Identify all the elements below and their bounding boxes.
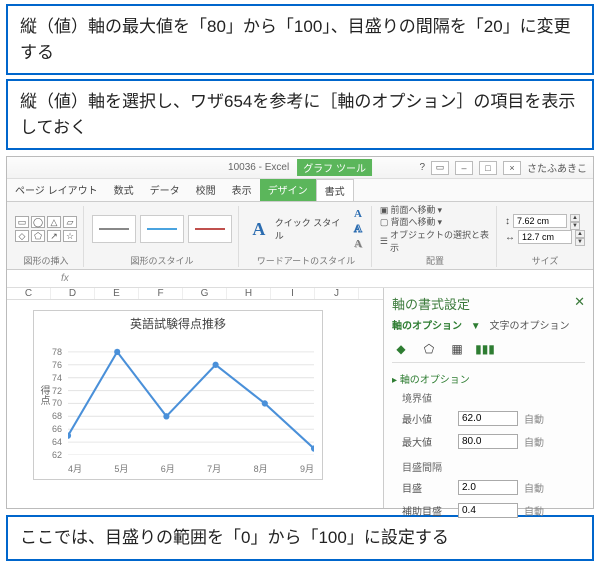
axis-minor-label: 補助目盛 [402, 503, 452, 518]
axis-minor-auto[interactable]: 自動 [524, 503, 544, 518]
col-head[interactable]: F [139, 288, 183, 299]
ribbon-group-arrange: ▣ 前面へ移動 ▾ ▢ 背面へ移動 ▾ ☰ オブジェクトの選択と表示 配置 [374, 206, 497, 267]
callout-1: 縦（値）軸の最大値を「80」から「100」、目盛りの間隔を「20」に変更する [6, 4, 594, 75]
minimize-button[interactable]: – [455, 161, 473, 175]
tab-review[interactable]: 校閲 [188, 179, 224, 201]
callout-2: 縦（値）軸を選択し、ワザ654を参考に［軸のオプション］の項目を表示しておく [6, 79, 594, 150]
title-bar: 10036 - Excel グラフ ツール ? ▭ – □ × さたふあきこ [7, 157, 593, 179]
chart-plot-area[interactable] [68, 339, 314, 455]
ribbon-group-wordart: A クイック スタイル A A A ワードアートのスタイル [241, 206, 372, 267]
window-title: 10036 - Excel [228, 162, 289, 173]
format-axis-pane: 軸の書式設定 ✕ 軸のオプション ▼ 文字のオプション ◆ ⬠ ▦ ▮▮▮ ▸ … [383, 288, 593, 508]
axis-options-section[interactable]: ▸ 軸のオプション [392, 371, 585, 386]
tab-view[interactable]: 表示 [224, 179, 260, 201]
ribbon-group-size: ↕ ▲▼ ↔ ▲▼ サイズ [499, 206, 591, 267]
close-button[interactable]: × [503, 161, 521, 175]
axis-major-label: 目盛 [402, 480, 452, 495]
quick-style-label[interactable]: クイック スタイル [275, 216, 343, 242]
axis-min-label: 最小値 [402, 411, 452, 426]
shape-width-input[interactable] [518, 230, 572, 244]
help-icon[interactable]: ? [419, 162, 425, 173]
col-head[interactable]: I [271, 288, 315, 299]
ribbon-group-shapes: ▭◯△▱ ◇⬠↗☆ 図形の挿入 [9, 206, 84, 267]
tab-design[interactable]: デザイン [260, 179, 316, 201]
selection-pane[interactable]: ☰ オブジェクトの選択と表示 [380, 229, 490, 254]
tab-formulas[interactable]: 数式 [106, 179, 142, 201]
axis-minor-input[interactable] [458, 503, 518, 518]
ribbon-group-shape-styles: 図形のスタイル [86, 206, 239, 267]
col-head[interactable]: E [95, 288, 139, 299]
ribbon-group-shapes-label: 図形の挿入 [23, 254, 68, 267]
shape-gallery[interactable]: ▭◯△▱ ◇⬠↗☆ [15, 216, 77, 242]
formula-bar: fx [7, 270, 593, 288]
x-axis-labels: 4月5月6月7月8月9月 [68, 462, 314, 475]
shape-style-1[interactable] [92, 215, 136, 243]
width-stepper[interactable]: ▲▼ [575, 230, 585, 244]
axis-options-icon[interactable]: ▮▮▮ [476, 340, 494, 358]
text-outline-icon[interactable]: A [351, 222, 365, 236]
tab-data[interactable]: データ [142, 179, 188, 201]
tab-format[interactable]: 書式 [316, 179, 354, 201]
col-head[interactable]: D [51, 288, 95, 299]
ribbon-group-arrange-label: 配置 [426, 254, 444, 267]
ribbon-tabs: ページ レイアウト 数式 データ 校閲 表示 デザイン 書式 [7, 179, 593, 202]
axis-minor-row: 補助目盛 自動 [402, 503, 585, 518]
ribbon-group-wordart-label: ワードアートのスタイル [257, 254, 355, 267]
ribbon-group-shape-styles-label: 図形のスタイル [130, 254, 193, 267]
callout-3: ここでは、目盛りの範囲を「0」から「100」に設定する [6, 515, 594, 561]
embedded-chart[interactable]: 英語試験得点推移 得点 626466687072747678 4月5月6月7月8… [33, 310, 323, 480]
col-head[interactable]: J [315, 288, 359, 299]
axis-min-auto[interactable]: 自動 [524, 411, 544, 426]
text-fill-icon[interactable]: A [351, 207, 365, 221]
pane-option-tabs: 軸のオプション ▼ 文字のオプション [392, 317, 585, 332]
fill-line-icon[interactable]: ◆ [392, 340, 410, 358]
ribbon: ▭◯△▱ ◇⬠↗☆ 図形の挿入 図形のスタイル A クイック スタイル A A [7, 202, 593, 270]
user-name: さたふあきこ [527, 160, 587, 175]
axis-max-auto[interactable]: 自動 [524, 434, 544, 449]
height-icon: ↕ [505, 216, 510, 227]
effects-icon[interactable]: ⬠ [420, 340, 438, 358]
send-backward[interactable]: ▢ 背面へ移動 ▾ [380, 216, 490, 229]
tab-page-layout[interactable]: ページ レイアウト [7, 179, 106, 201]
axis-min-row: 最小値 自動 [402, 411, 585, 426]
y-axis-labels: 626466687072747678 [34, 339, 64, 455]
axis-major-input[interactable] [458, 480, 518, 495]
axis-max-label: 最大値 [402, 434, 452, 449]
width-icon: ↔ [505, 232, 515, 243]
maximize-button[interactable]: □ [479, 161, 497, 175]
pane-close-icon[interactable]: ✕ [574, 294, 585, 313]
col-head[interactable]: H [227, 288, 271, 299]
height-stepper[interactable]: ▲▼ [570, 214, 580, 228]
text-effects-icon[interactable]: A [351, 237, 365, 251]
axis-major-auto[interactable]: 自動 [524, 480, 544, 495]
pane-tab-axis-options[interactable]: 軸のオプション ▼ [392, 321, 481, 332]
ribbon-group-size-label: サイズ [532, 254, 559, 267]
pane-title: 軸の書式設定 [392, 294, 470, 313]
axis-min-input[interactable] [458, 411, 518, 426]
pane-tab-text-options[interactable]: 文字のオプション [489, 321, 569, 332]
axis-max-input[interactable] [458, 434, 518, 449]
shape-style-3[interactable] [188, 215, 232, 243]
content-area: C D E F G H I J 英語試験得点推移 得点 626466687072… [7, 288, 593, 508]
worksheet[interactable]: C D E F G H I J 英語試験得点推移 得点 626466687072… [7, 288, 383, 508]
bounds-label: 境界値 [402, 390, 585, 405]
size-properties-icon[interactable]: ▦ [448, 340, 466, 358]
bring-forward[interactable]: ▣ 前面へ移動 ▾ [380, 204, 490, 217]
axis-major-row: 目盛 自動 [402, 480, 585, 495]
shape-style-2[interactable] [140, 215, 184, 243]
ribbon-collapse-icon[interactable]: ▭ [431, 161, 449, 175]
col-head[interactable]: G [183, 288, 227, 299]
column-headers: C D E F G H I J [7, 288, 383, 300]
units-label: 目盛間隔 [402, 459, 585, 474]
excel-window: 10036 - Excel グラフ ツール ? ▭ – □ × さたふあきこ ペ… [6, 156, 594, 509]
col-head[interactable]: C [7, 288, 51, 299]
chart-title[interactable]: 英語試験得点推移 [34, 311, 322, 336]
axis-max-row: 最大値 自動 [402, 434, 585, 449]
shape-height-input[interactable] [513, 214, 567, 228]
fx-icon[interactable]: fx [55, 273, 75, 284]
quick-style-icon[interactable]: A [247, 216, 271, 242]
chart-tools-label: グラフ ツール [297, 159, 372, 176]
